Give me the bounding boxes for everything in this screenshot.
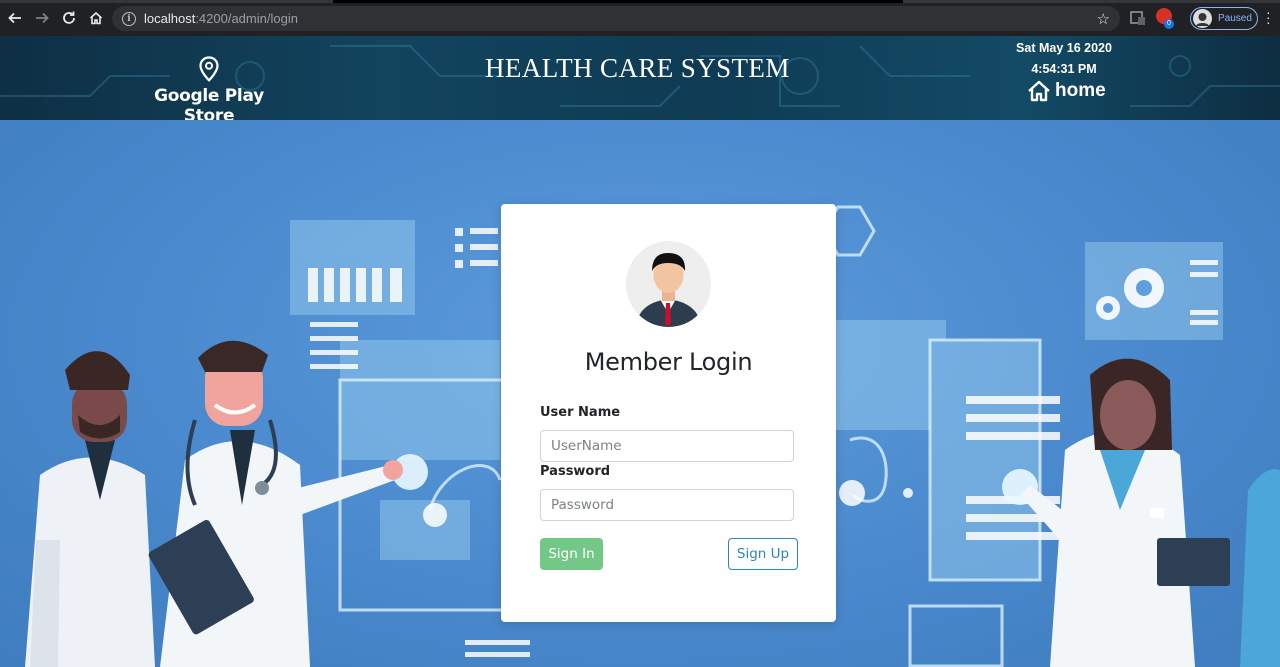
login-card: Member Login User Name Password Sign In … (501, 204, 836, 622)
member-avatar (626, 241, 711, 327)
back-button[interactable] (2, 5, 28, 31)
profile-avatar-icon (1196, 13, 1209, 26)
url-host: localhost (144, 11, 196, 26)
profile-button[interactable]: Paused (1190, 7, 1258, 30)
url-path: :4200/admin/login (195, 11, 298, 26)
date-time: Sat May 16 2020 4:54:31 PM (1005, 38, 1123, 80)
sign-in-button[interactable]: Sign In (540, 538, 603, 570)
home-icon (1028, 80, 1050, 102)
extension-count: 0 (1164, 19, 1174, 29)
site-info-icon[interactable]: i (122, 11, 136, 26)
play-store-link[interactable]: Google Play Store (140, 56, 278, 120)
site-header: Google Play Store HEALTH CARE SYSTEM Sat… (0, 36, 1280, 120)
login-title: Member Login (584, 348, 753, 376)
user-avatar-icon (636, 253, 701, 327)
home-browser-button[interactable] (83, 5, 109, 31)
arrow-right-icon (36, 12, 49, 24)
username-label: User Name (540, 405, 621, 420)
password-label: Password (540, 464, 611, 479)
arrow-left-icon (8, 12, 21, 24)
extension-translate-icon[interactable] (1129, 9, 1147, 27)
current-time: 4:54:31 PM (1031, 62, 1097, 76)
reload-icon (63, 11, 75, 24)
profile-status: Paused (1218, 13, 1252, 24)
address-bar[interactable]: i localhost:4200/admin/login ☆ (112, 6, 1120, 31)
play-store-label: Google Play Store (154, 86, 264, 120)
bookmark-star-icon[interactable]: ☆ (1097, 10, 1110, 28)
tab-strip (0, 0, 1280, 3)
forward-button[interactable] (29, 5, 55, 31)
home-label: home (1055, 80, 1106, 101)
profile-avatar (1193, 9, 1212, 28)
username-input[interactable] (540, 430, 794, 462)
home-link[interactable]: home (1027, 79, 1106, 103)
sign-up-button[interactable]: Sign Up (728, 538, 798, 570)
browser-menu-icon[interactable]: · · · (1266, 5, 1271, 29)
password-input[interactable] (540, 489, 794, 521)
current-date: Sat May 16 2020 (1016, 41, 1112, 55)
location-pin-icon (199, 56, 219, 82)
browser-toolbar: i localhost:4200/admin/login ☆ 0 Paused … (0, 0, 1280, 36)
site-title: HEALTH CARE SYSTEM (485, 53, 790, 83)
extension-badge[interactable]: 0 (1156, 8, 1176, 30)
house-icon (89, 11, 103, 25)
reload-button[interactable] (56, 5, 82, 31)
